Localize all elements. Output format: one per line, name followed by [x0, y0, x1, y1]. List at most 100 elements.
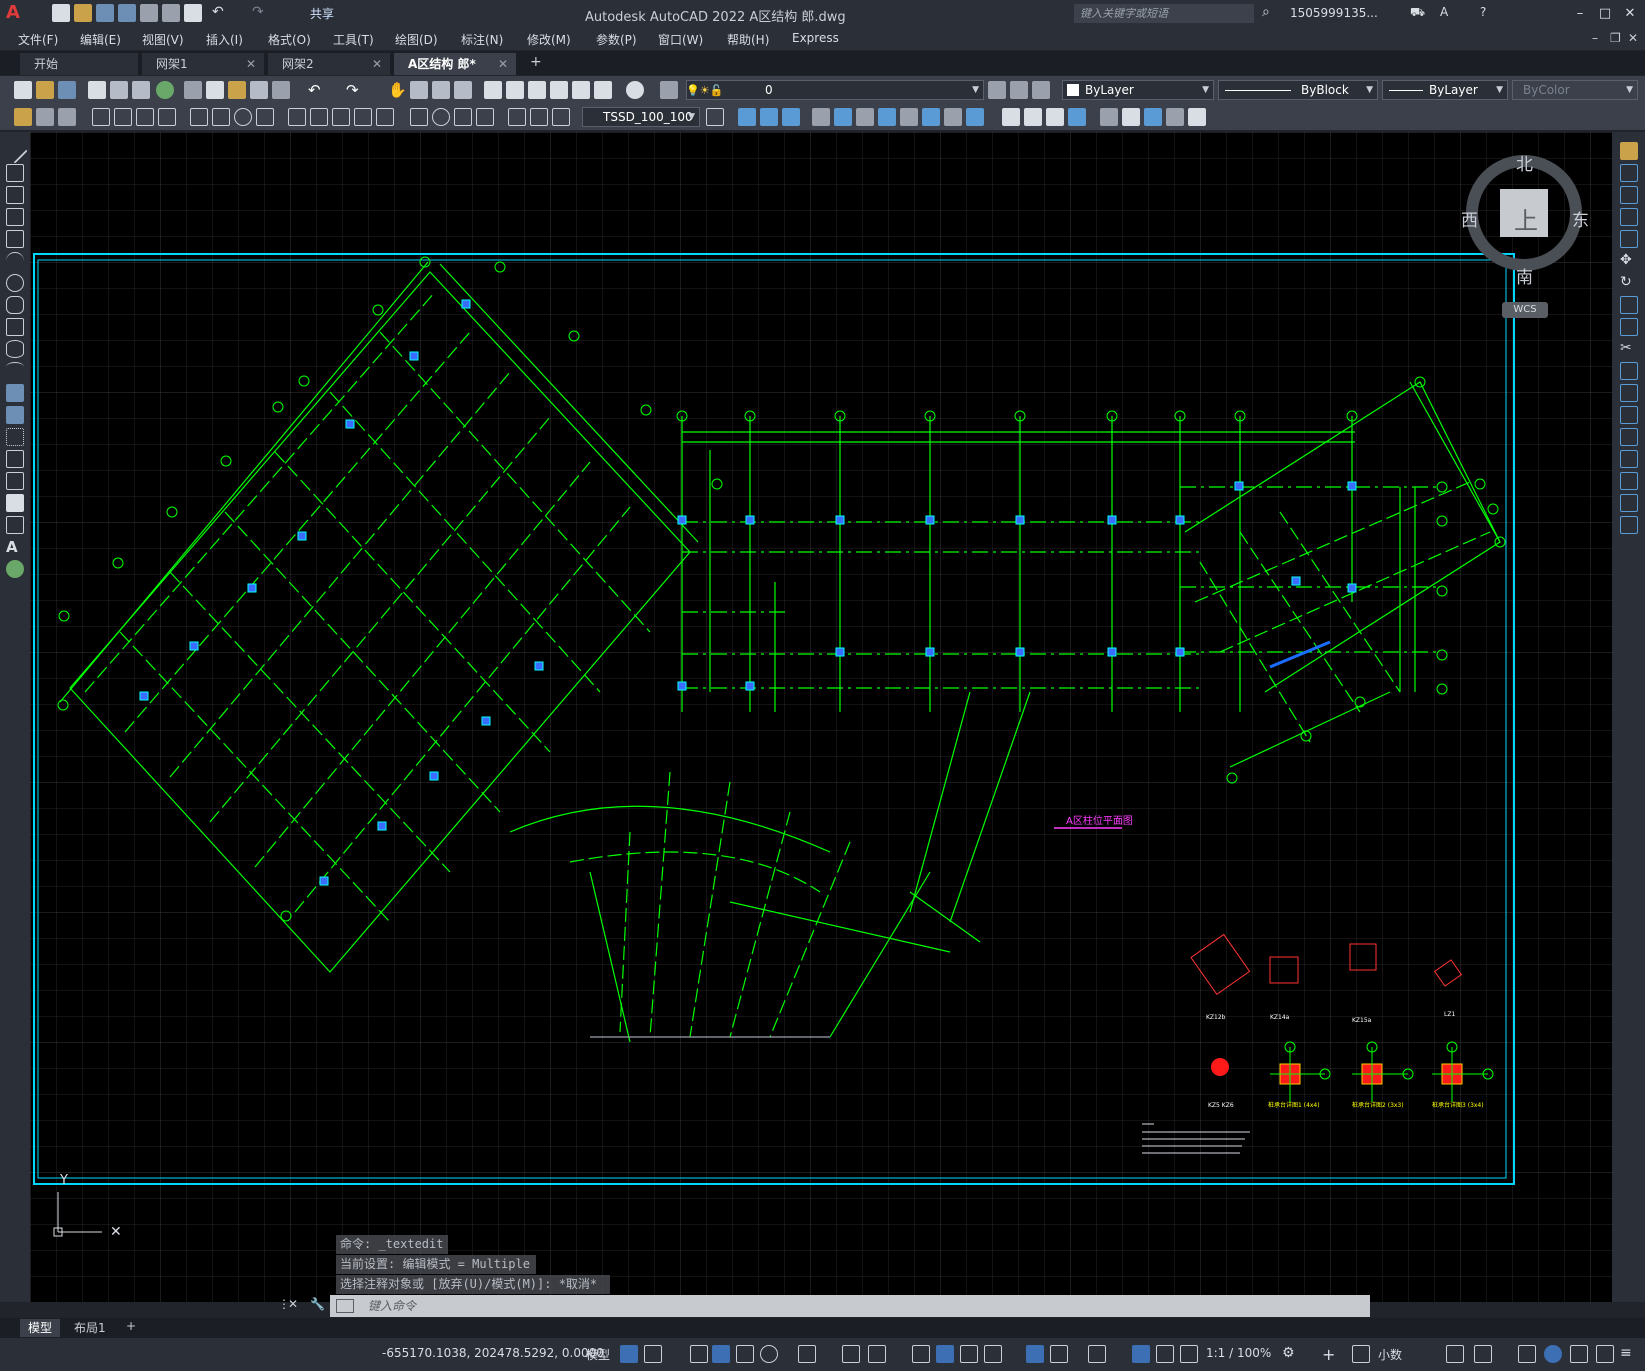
- object-snap-icon[interactable]: [868, 1345, 886, 1363]
- menu-dimension[interactable]: 标注(N): [461, 31, 503, 48]
- workspace-gear-icon[interactable]: ⚙: [1282, 1345, 1300, 1363]
- zoom-previous-icon[interactable]: [454, 81, 472, 99]
- baseline-dim-icon[interactable]: [310, 108, 328, 126]
- arc-icon[interactable]: [6, 252, 24, 270]
- pan-icon[interactable]: ✋: [388, 81, 407, 99]
- blend-curves-icon[interactable]: [1620, 494, 1638, 512]
- new-icon[interactable]: [14, 81, 32, 99]
- design-center-icon[interactable]: [506, 81, 524, 99]
- a360-icon[interactable]: A: [1440, 5, 1448, 19]
- drawing-canvas[interactable]: A区柱位平面图 KZ12b KZ14a KZ15a LZ1 KZ5 KZ6 桩承…: [30, 132, 1612, 1302]
- tool-13-icon[interactable]: [1024, 108, 1042, 126]
- tool-20-icon[interactable]: [1188, 108, 1206, 126]
- ellipse-icon[interactable]: [6, 340, 24, 358]
- offset-icon[interactable]: [1620, 208, 1638, 226]
- doc-minimize-icon[interactable]: –: [1592, 31, 1598, 45]
- join-icon[interactable]: [1620, 428, 1638, 446]
- copy-object-icon[interactable]: [1620, 164, 1638, 182]
- selection-filter-icon[interactable]: [1050, 1345, 1068, 1363]
- viewcube-south[interactable]: 南: [1516, 263, 1533, 288]
- viewcube-east[interactable]: 东: [1572, 206, 1589, 231]
- plot-icon[interactable]: [88, 81, 106, 99]
- zoom-realtime-icon[interactable]: [410, 81, 428, 99]
- command-prompt-icon[interactable]: [336, 1299, 354, 1313]
- move-icon[interactable]: ✥: [1620, 252, 1638, 270]
- scale-icon[interactable]: [1620, 296, 1638, 314]
- tab-grid2[interactable]: 网架2 ✕: [268, 53, 390, 75]
- layer-previous-icon[interactable]: [1010, 81, 1028, 99]
- annotation-scale-icon[interactable]: [1180, 1345, 1198, 1363]
- gradient-icon[interactable]: [6, 472, 24, 490]
- revision-cloud-icon[interactable]: [6, 296, 24, 314]
- ordinate-dim-icon[interactable]: [158, 108, 176, 126]
- coordinates-readout[interactable]: -655170.1038, 202478.5292, 0.0000: [382, 1346, 604, 1360]
- share-button[interactable]: 共享: [310, 5, 334, 22]
- isometric-icon[interactable]: [798, 1345, 816, 1363]
- extend-icon[interactable]: [1620, 362, 1638, 380]
- calculator-icon[interactable]: [594, 81, 612, 99]
- user-account[interactable]: 1505999135...: [1290, 6, 1378, 20]
- trim-icon[interactable]: ✂: [1620, 340, 1638, 358]
- break-at-point-icon[interactable]: [1620, 384, 1638, 402]
- construction-line-icon[interactable]: [6, 164, 24, 182]
- dynamic-input-icon[interactable]: [712, 1345, 730, 1363]
- erase-icon[interactable]: [1620, 142, 1638, 160]
- snap-mode-icon[interactable]: [644, 1345, 662, 1363]
- linetype-dropdown[interactable]: ByBlock ▼: [1218, 80, 1378, 100]
- selection-cycling-icon[interactable]: [960, 1345, 978, 1363]
- tool-8-icon[interactable]: [900, 108, 918, 126]
- break-icon[interactable]: [1620, 406, 1638, 424]
- paste-icon[interactable]: [228, 81, 246, 99]
- plot-icon[interactable]: [184, 4, 202, 22]
- color-dropdown[interactable]: ByLayer ▼: [1062, 80, 1214, 100]
- make-block-icon[interactable]: [6, 406, 24, 424]
- dim-text-edit-icon[interactable]: [530, 108, 548, 126]
- grid-display-icon[interactable]: [620, 1345, 638, 1363]
- redo-icon[interactable]: ↷: [252, 4, 270, 22]
- circle-icon[interactable]: [6, 274, 24, 292]
- tab-model[interactable]: 模型: [20, 1319, 61, 1337]
- arc-length-icon[interactable]: [136, 108, 154, 126]
- tool-3-icon[interactable]: [782, 108, 800, 126]
- annotation-visibility-icon[interactable]: [1132, 1345, 1150, 1363]
- menu-file[interactable]: 文件(F): [18, 31, 58, 48]
- tool-7-icon[interactable]: [878, 108, 896, 126]
- polar-tracking-icon[interactable]: [760, 1345, 778, 1363]
- dim-edit-icon[interactable]: [508, 108, 526, 126]
- tssd-c-icon[interactable]: [58, 108, 76, 126]
- center-mark-icon[interactable]: [432, 108, 450, 126]
- tool-15-icon[interactable]: [1068, 108, 1086, 126]
- doc-restore-icon[interactable]: ❐: [1610, 31, 1621, 45]
- fullscreen-icon[interactable]: [1596, 1345, 1614, 1363]
- tool-18-icon[interactable]: [1144, 108, 1162, 126]
- dimstyle-dropdown[interactable]: TSSD_100_100 ▼: [582, 107, 700, 127]
- viewcube-north[interactable]: 北: [1516, 150, 1533, 175]
- units-value[interactable]: 小数: [1378, 1346, 1402, 1363]
- menu-help[interactable]: 帮助(H): [727, 31, 769, 48]
- close-tab-icon[interactable]: ✕: [498, 53, 508, 75]
- open-web-icon[interactable]: [140, 4, 158, 22]
- layer-dropdown[interactable]: 💡☀🔓 0 ▼: [686, 80, 984, 100]
- customization-icon[interactable]: ≡: [1620, 1345, 1638, 1363]
- quick-dim-icon[interactable]: [288, 108, 306, 126]
- annotation-scale-value[interactable]: 1:1 / 100%: [1206, 1346, 1271, 1360]
- search-input[interactable]: 键入关键字或短语: [1074, 4, 1254, 23]
- customize-icon[interactable]: 🔧: [310, 1297, 325, 1311]
- rectangle-icon[interactable]: [6, 230, 24, 248]
- viewcube-top-label[interactable]: 上: [1514, 201, 1538, 236]
- lineweight-dropdown[interactable]: ByLayer ▼: [1382, 80, 1508, 100]
- tool-16-icon[interactable]: [1100, 108, 1118, 126]
- 3d-osnap-icon[interactable]: [984, 1345, 1002, 1363]
- units-icon[interactable]: [1352, 1345, 1370, 1363]
- model-space-toggle[interactable]: 模型: [586, 1346, 610, 1363]
- tool-19-icon[interactable]: [1166, 108, 1184, 126]
- table-icon[interactable]: [6, 516, 24, 534]
- annotation-monitor-icon[interactable]: +: [1322, 1345, 1340, 1364]
- fillet-icon[interactable]: [1620, 472, 1638, 490]
- save-icon[interactable]: [96, 4, 114, 22]
- menu-tools[interactable]: 工具(T): [333, 31, 374, 48]
- app-logo-icon[interactable]: A: [6, 2, 20, 23]
- close-icon[interactable]: ✕: [1620, 4, 1640, 24]
- zoom-window-icon[interactable]: [432, 81, 450, 99]
- properties-icon[interactable]: [484, 81, 502, 99]
